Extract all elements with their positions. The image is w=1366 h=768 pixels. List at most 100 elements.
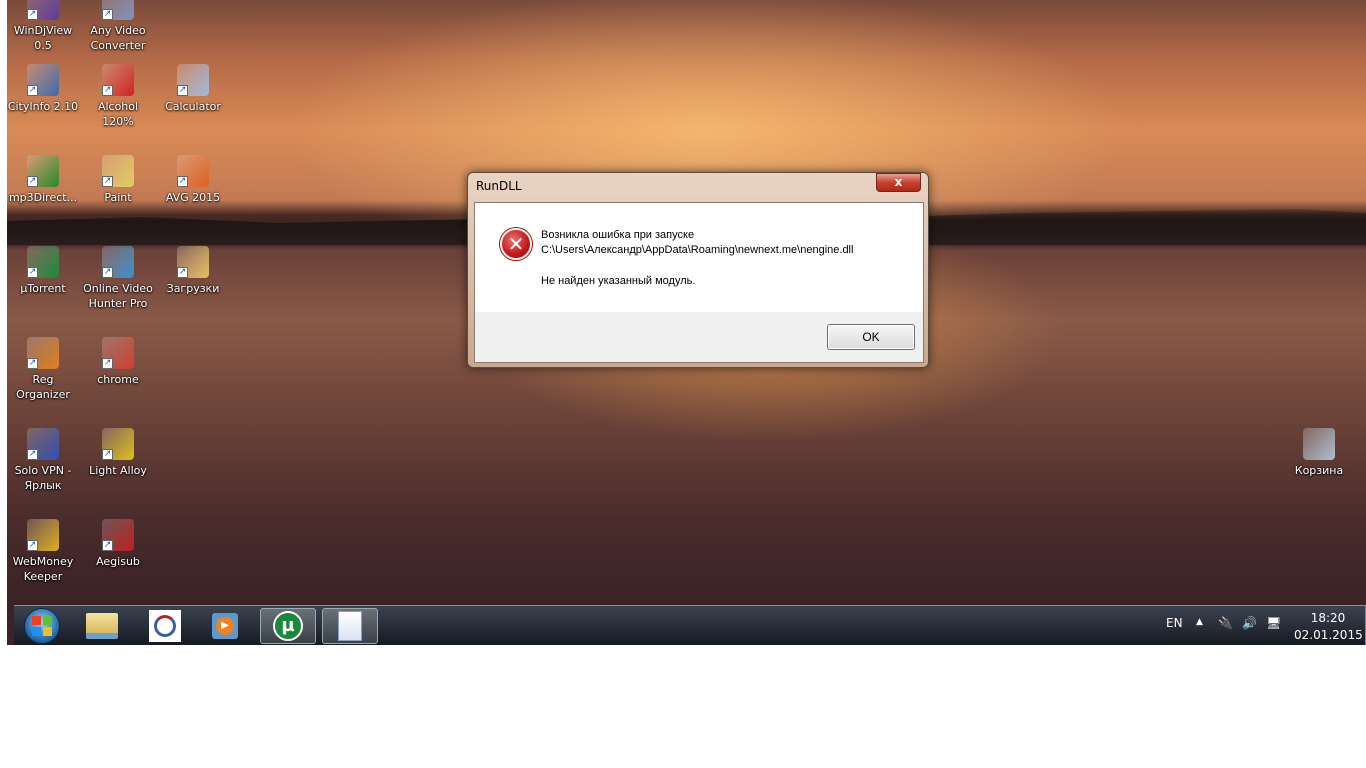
shortcut-arrow-icon: ↗ (27, 9, 38, 20)
shortcut-arrow-icon: ↗ (102, 267, 113, 278)
desktop-icon[interactable]: ↗ chrome (81, 337, 155, 387)
power-icon[interactable]: 🔌 (1218, 616, 1233, 630)
close-button[interactable]: x (876, 173, 921, 192)
utorrent-icon: µ (273, 611, 303, 641)
shortcut-arrow-icon: ↗ (27, 85, 38, 96)
desktop-icon-label: Alcohol 120% (97, 100, 139, 128)
desktop-icon[interactable]: ↗ AVG 2015 (156, 155, 230, 205)
app-icon: ↗ (27, 337, 59, 369)
media-player-icon: ▶ (212, 613, 238, 639)
desktop-icon[interactable]: Корзина (1282, 428, 1356, 478)
language-indicator[interactable]: EN (1166, 616, 1183, 630)
volume-icon[interactable]: 🔊 (1242, 616, 1257, 630)
desktop-icon-label: WinDjView 0.5 (13, 24, 73, 52)
app-icon: ↗ (102, 428, 134, 460)
error-icon: ✕ (500, 228, 532, 260)
document-icon (338, 611, 362, 641)
app-icon (1303, 428, 1335, 460)
shortcut-arrow-icon: ↗ (102, 358, 113, 369)
taskbar: ▶ µ EN ▲ 🔌 🔊 🖥 18:20 02.01.2015 (14, 605, 1366, 645)
desktop-icon[interactable]: ↗ Solo VPN - Ярлык (7, 428, 80, 493)
desktop-icon-label: Light Alloy (89, 464, 147, 477)
desktop-icon-label: Загрузки (166, 282, 220, 295)
desktop-icon[interactable]: ↗ Aegisub (81, 519, 155, 569)
desktop-icon-label: WebMoney Keeper (12, 555, 74, 583)
desktop-icon[interactable]: ↗ Alcohol 120% (81, 64, 155, 129)
desktop-icon-label: Aegisub (96, 555, 140, 568)
app-icon: ↗ (177, 64, 209, 96)
shortcut-arrow-icon: ↗ (27, 267, 38, 278)
desktop-icon[interactable]: ↗ Any Video Converter (81, 0, 155, 53)
app-icon: ↗ (177, 246, 209, 278)
dialog-footer: OK (475, 312, 923, 362)
folder-icon (86, 613, 118, 639)
dialog-title: RunDLL (476, 179, 522, 193)
clock-date: 02.01.2015 (1294, 628, 1363, 642)
network-icon[interactable]: 🖥 (1266, 616, 1281, 630)
app-icon: ↗ (102, 155, 134, 187)
error-message-line1: Возникла ошибка при запуске (541, 229, 695, 241)
shortcut-arrow-icon: ↗ (27, 358, 38, 369)
shortcut-arrow-icon: ↗ (27, 449, 38, 460)
error-message-detail: Не найден указанный модуль. (541, 275, 696, 287)
shortcut-arrow-icon: ↗ (177, 85, 188, 96)
start-button[interactable] (14, 608, 70, 644)
close-icon: x (894, 175, 903, 189)
desktop-icon[interactable]: ↗ µTorrent (7, 246, 80, 296)
clock-time: 18:20 (1310, 611, 1346, 625)
desktop-icon[interactable]: ↗ mp3Direct... (7, 155, 80, 205)
app-icon: ↗ (27, 246, 59, 278)
app-icon: ↗ (102, 246, 134, 278)
shortcut-arrow-icon: ↗ (102, 540, 113, 551)
desktop-icon-label: Paint (104, 191, 132, 204)
desktop-icon-label: Calculator (165, 100, 221, 113)
clock[interactable]: 18:20 02.01.2015 (1294, 610, 1363, 644)
desktop-icon[interactable]: ↗ Загрузки (156, 246, 230, 296)
desktop-icon[interactable]: ↗ WinDjView 0.5 (7, 0, 80, 53)
shortcut-arrow-icon: ↗ (177, 267, 188, 278)
app-icon: ↗ (102, 337, 134, 369)
app-icon: ↗ (177, 155, 209, 187)
rundll-error-dialog: RunDLL x ✕ Возникла ошибка при запуске C… (467, 172, 929, 368)
desktop-icon[interactable]: ↗ WebMoney Keeper (7, 519, 80, 584)
taskbar-utorrent[interactable]: µ (260, 608, 316, 644)
app-icon: ↗ (27, 428, 59, 460)
desktop-icon-label: mp3Direct... (8, 191, 78, 204)
taskbar-media-player[interactable]: ▶ (197, 608, 253, 644)
ok-button[interactable]: OK (827, 324, 915, 350)
desktop-icon-label: Reg Organizer (16, 373, 70, 401)
shortcut-arrow-icon: ↗ (177, 176, 188, 187)
taskbar-app[interactable] (137, 608, 193, 644)
app-icon: ↗ (27, 0, 59, 20)
desktop-icon[interactable]: ↗ Light Alloy (81, 428, 155, 478)
desktop-icon[interactable]: ↗ CityInfo 2.10 (7, 64, 80, 114)
app-icon: ↗ (102, 519, 134, 551)
desktop-icon[interactable]: ↗ Reg Organizer (7, 337, 80, 402)
app-icon: ↗ (102, 64, 134, 96)
desktop-icon-label: AVG 2015 (165, 191, 221, 204)
error-message-path: C:\Users\Александр\AppData\Roaming\newne… (541, 244, 854, 256)
shortcut-arrow-icon: ↗ (102, 176, 113, 187)
app-icon: ↗ (27, 519, 59, 551)
taskbar-document[interactable] (322, 608, 378, 644)
dialog-body: ✕ Возникла ошибка при запуске C:\Users\А… (474, 202, 924, 363)
desktop-icon-label: Корзина (1294, 464, 1344, 477)
desktop-icon-label: Any Video Converter (90, 24, 146, 52)
show-hidden-icons-chevron-icon[interactable]: ▲ (1196, 617, 1203, 627)
shortcut-arrow-icon: ↗ (102, 449, 113, 460)
desktop-icon[interactable]: ↗ Paint (81, 155, 155, 205)
app-circle-icon (149, 610, 181, 642)
desktop-icon-label: CityInfo 2.10 (7, 100, 79, 113)
shortcut-arrow-icon: ↗ (27, 540, 38, 551)
desktop-icon-label: chrome (97, 373, 139, 386)
desktop-icon[interactable]: ↗ Calculator (156, 64, 230, 114)
desktop-icon-label: Solo VPN - Ярлык (14, 464, 72, 492)
shortcut-arrow-icon: ↗ (102, 85, 113, 96)
desktop-icon-label: µTorrent (20, 282, 66, 295)
app-icon: ↗ (27, 155, 59, 187)
desktop-icon[interactable]: ↗ Online Video Hunter Pro (81, 246, 155, 311)
taskbar-explorer[interactable] (74, 608, 130, 644)
app-icon: ↗ (102, 0, 134, 20)
desktop-icon-label: Online Video Hunter Pro (83, 282, 153, 310)
shortcut-arrow-icon: ↗ (27, 176, 38, 187)
